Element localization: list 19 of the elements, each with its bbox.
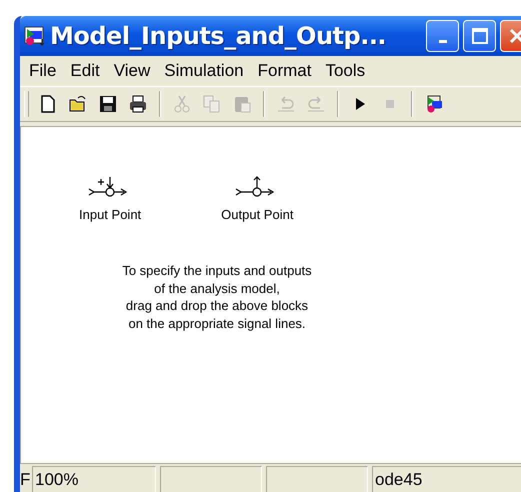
maximize-button[interactable] — [463, 20, 496, 52]
block-label: Input Point — [79, 207, 142, 222]
minimize-icon — [438, 40, 446, 42]
menu-item[interactable]: View — [108, 61, 160, 81]
menu-item[interactable]: File — [24, 61, 66, 81]
menu-item[interactable]: Tools — [320, 61, 374, 81]
maximize-icon — [470, 27, 488, 45]
window-title: Model_Inputs_and_Outp... — [50, 22, 388, 50]
model-icon — [24, 26, 46, 46]
instruction-text: To specify the inputs and outputs of the analysis model, drag and drop the above blocks on the appropriate signal lines. — [121, 262, 313, 332]
menu-item[interactable]: Simulation — [159, 61, 253, 81]
status-text: F — [20, 469, 28, 491]
menu-item[interactable]: Edit — [65, 61, 109, 81]
solver-name: ode45 — [372, 466, 521, 492]
close-icon — [508, 27, 521, 45]
minimize-button[interactable] — [426, 20, 459, 52]
block-label: Output Point — [221, 207, 294, 222]
menu-item[interactable]: Format — [252, 61, 320, 81]
zoom-level: 100% — [32, 466, 156, 492]
